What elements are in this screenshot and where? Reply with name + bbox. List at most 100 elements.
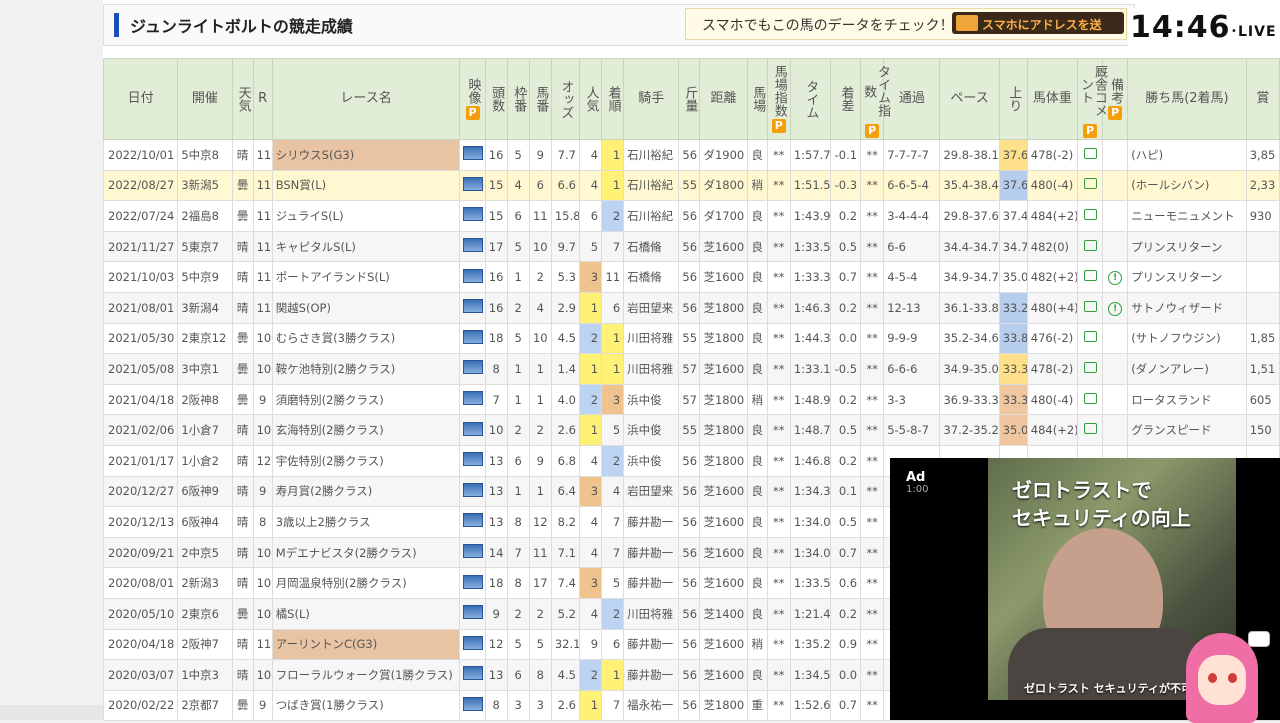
cell-winner[interactable]: (ホールシバン) — [1127, 169, 1247, 202]
col-header[interactable]: オッズ — [550, 58, 580, 140]
cell-jockey[interactable]: 石川裕紀 — [623, 169, 680, 202]
cell-venue[interactable]: 2阪神7 — [177, 628, 233, 661]
cell-venue[interactable]: 3新潟4 — [177, 291, 233, 324]
cell-venue[interactable]: 5中京8 — [177, 139, 233, 171]
cell-vid[interactable] — [459, 261, 486, 293]
cell-date[interactable]: 2020/12/13 — [102, 506, 179, 538]
cell-venue[interactable]: 2中京5 — [177, 536, 233, 569]
cell-jockey[interactable]: 石橋脩 — [623, 230, 680, 263]
cell-race[interactable]: フローラルウォーク賞(1勝クラス) — [271, 659, 461, 691]
cell-race[interactable]: つばき賞(1勝クラス) — [271, 689, 461, 722]
send-address-button[interactable]: スマホにアドレスを送 — [952, 12, 1124, 34]
cell-race[interactable]: 寿月賞(2勝クラス) — [271, 475, 461, 508]
cell-jockey[interactable]: 藤井勘一 — [623, 628, 680, 661]
cell-jockey[interactable]: 福永祐一 — [623, 689, 680, 722]
cell-vid[interactable] — [459, 444, 486, 477]
cell-vid[interactable] — [459, 414, 486, 446]
cell-race[interactable]: キャピタルS(L) — [271, 230, 461, 263]
cell-race[interactable]: Mデエナビスタ(2勝クラス) — [271, 536, 461, 569]
col-header[interactable]: 映像 P — [459, 58, 486, 140]
video-icon[interactable] — [463, 482, 484, 497]
video-icon[interactable] — [463, 452, 484, 467]
cell-date[interactable]: 2022/07/24 — [102, 200, 179, 232]
cell-venue[interactable]: 1小倉7 — [177, 414, 233, 446]
col-header[interactable]: 騎手 — [623, 58, 680, 140]
col-header[interactable]: 厩舎コメント P — [1076, 58, 1107, 140]
cell-venue[interactable]: 2東京12 — [177, 322, 233, 355]
cell-venue[interactable]: 3新潟5 — [177, 169, 233, 202]
cell-date[interactable]: 2021/08/01 — [102, 291, 179, 324]
cell-race[interactable]: 鞍ケ池特別(2勝クラス) — [271, 353, 461, 385]
cell-race[interactable]: ジュライS(L) — [271, 200, 461, 232]
cell-race[interactable]: 関越S(OP) — [271, 291, 461, 324]
video-icon[interactable] — [463, 329, 484, 344]
note-icon[interactable]: ! — [1108, 271, 1123, 286]
cell-vid[interactable] — [459, 689, 486, 722]
col-header[interactable]: 通過 — [883, 58, 941, 140]
cell-date[interactable]: 2021/10/03 — [102, 261, 179, 293]
cell-date[interactable]: 2021/05/30 — [102, 322, 179, 355]
cell-vid[interactable] — [459, 567, 486, 599]
cell-winner[interactable]: サトノウィザード — [1127, 291, 1247, 324]
cell-date[interactable]: 2020/12/27 — [102, 475, 179, 508]
cell-date[interactable]: 2022/08/27 — [102, 169, 179, 202]
cell-vid[interactable] — [459, 536, 486, 569]
cell-date[interactable]: 2020/02/22 — [102, 689, 179, 722]
cell-venue[interactable]: 2新潟3 — [177, 567, 233, 599]
cell-race[interactable]: 3歳以上2勝クラス — [271, 506, 461, 538]
cell-jockey[interactable]: 川田将雅 — [623, 322, 680, 355]
cell-jockey[interactable]: 藤井勘一 — [623, 567, 680, 599]
cell-jockey[interactable]: 藤井勘一 — [623, 506, 680, 538]
comment-icon[interactable] — [1083, 361, 1097, 373]
cell-date[interactable]: 2022/10/01 — [102, 139, 179, 171]
cell-vid[interactable] — [459, 139, 486, 171]
col-header[interactable]: 馬場指数 P — [766, 58, 791, 140]
col-header[interactable]: 天気 — [231, 58, 254, 140]
cell-venue[interactable]: 1中京3 — [177, 659, 233, 691]
video-icon[interactable] — [463, 176, 484, 191]
comment-icon[interactable] — [1083, 239, 1097, 251]
cell-race[interactable]: むらさき賞(3勝クラス) — [271, 322, 461, 355]
video-icon[interactable] — [463, 605, 484, 620]
cell-vid[interactable] — [459, 475, 486, 508]
col-header[interactable]: 馬番 — [528, 58, 552, 140]
cell-jockey[interactable]: 川田将雅 — [623, 597, 680, 630]
cell-vid[interactable] — [459, 322, 486, 355]
cell-venue[interactable]: 2東京6 — [177, 597, 233, 630]
cell-vid[interactable] — [459, 230, 486, 263]
cell-race[interactable]: シリウスS(G3) — [271, 139, 461, 171]
cell-date[interactable]: 2020/05/10 — [102, 597, 179, 630]
cell-winner[interactable]: (ダノンアレー) — [1127, 353, 1247, 385]
cell-vid[interactable] — [459, 169, 486, 202]
comment-icon[interactable] — [1083, 178, 1097, 190]
cell-venue[interactable]: 3中京1 — [177, 353, 233, 385]
col-header[interactable]: 頭数 — [484, 58, 508, 140]
cell-date[interactable]: 2020/03/07 — [102, 659, 179, 691]
cell-venue[interactable]: 5東京7 — [177, 230, 233, 263]
cell-winner[interactable]: (サトノフウジン) — [1127, 322, 1247, 355]
col-header[interactable]: 着順 — [601, 58, 625, 140]
comment-icon[interactable] — [1083, 208, 1097, 220]
comment-icon[interactable] — [1083, 392, 1097, 404]
col-header[interactable]: 人気 — [578, 58, 603, 140]
col-header[interactable]: R — [252, 58, 273, 140]
cell-vid[interactable] — [459, 291, 486, 324]
cell-date[interactable]: 2020/04/18 — [102, 628, 179, 661]
col-header[interactable]: 賞 — [1245, 58, 1280, 140]
cell-date[interactable]: 2020/09/21 — [102, 536, 179, 569]
video-icon[interactable] — [463, 574, 484, 589]
cell-date[interactable]: 2020/08/01 — [102, 567, 179, 599]
col-header[interactable]: 着差 — [829, 58, 862, 140]
col-header[interactable]: 上り — [998, 58, 1028, 140]
cell-jockey[interactable]: 藤井勘一 — [623, 659, 680, 691]
video-icon[interactable] — [463, 513, 484, 528]
cell-jockey[interactable]: 石橋脩 — [623, 261, 680, 293]
cell-jockey[interactable]: 藤井勘一 — [623, 536, 680, 569]
video-icon[interactable] — [463, 268, 484, 283]
comment-icon[interactable] — [1083, 300, 1097, 312]
cell-winner[interactable]: (ハピ) — [1127, 139, 1247, 171]
cell-jockey[interactable]: 岩田望来 — [623, 475, 680, 508]
video-icon[interactable] — [463, 421, 484, 436]
note-icon[interactable]: ! — [1108, 301, 1123, 316]
cell-venue[interactable]: 1小倉2 — [177, 444, 233, 477]
